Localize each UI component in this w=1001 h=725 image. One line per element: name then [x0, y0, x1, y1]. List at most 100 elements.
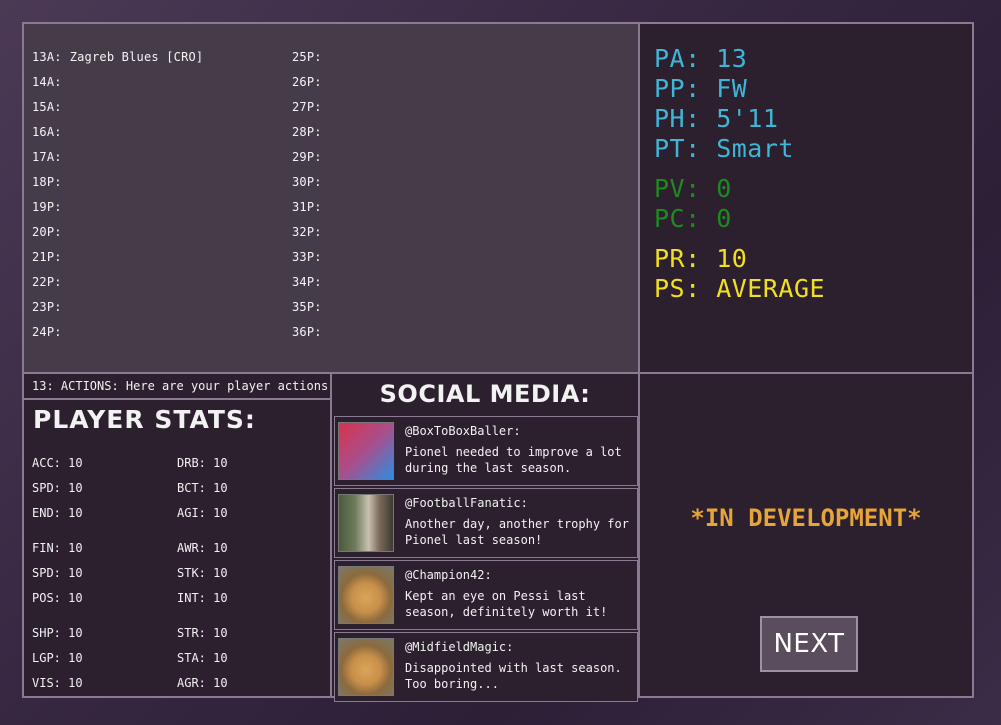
history-row: 18P: [32, 175, 70, 189]
history-row: 14A: [32, 75, 70, 89]
history-row: 35P: [292, 300, 330, 314]
player-age: PA: 13 [654, 44, 748, 73]
social-media-panel: SOCIAL MEDIA: @BoxToBoxBaller: Pionel nee… [330, 372, 640, 702]
post-handle: @MidfieldMagic: [405, 640, 514, 654]
history-row-label: 22P: [32, 275, 62, 289]
history-row: 28P: [292, 125, 330, 139]
history-row-label: 35P: [292, 300, 322, 314]
stat-item: AWR: 10 [177, 541, 228, 555]
stat-item: VIS: 10 [32, 676, 83, 690]
history-row-label: 34P: [292, 275, 322, 289]
player-value: PV: 0 [654, 174, 732, 203]
player-status: PS: AVERAGE [654, 274, 826, 303]
social-post: @MidfieldMagic: Disappointed with last se… [334, 632, 638, 702]
post-message: Kept an eye on Pessi last season, defini… [405, 589, 608, 619]
history-row-label: 28P: [292, 125, 322, 139]
actions-bar: 13: ACTIONS: Here are your player action… [22, 372, 336, 400]
next-button[interactable]: NEXT [760, 616, 858, 672]
post-handle: @Champion42: [405, 568, 492, 582]
history-row: 17A: [32, 150, 70, 164]
stat-item: STR: 10 [177, 626, 228, 640]
history-row-label: 25P: [292, 50, 322, 64]
career-history-panel: 13A: Zagreb Blues [CRO] 14A: 15A: 16A: 17A: 18… [22, 22, 640, 374]
photo-avatar [338, 494, 394, 552]
history-row-club: Zagreb Blues [CRO] [69, 50, 204, 64]
history-row: 33P: [292, 250, 330, 264]
history-row-label: 31P: [292, 200, 322, 214]
history-row-label: 15A: [32, 100, 62, 114]
history-row-label: 21P: [32, 250, 62, 264]
post-message: Another day, another trophy for Pionel l… [405, 517, 629, 547]
post-handle: @FootballFanatic: [405, 496, 528, 510]
history-row-label: 24P: [32, 325, 62, 339]
actions-text: 13: ACTIONS: Here are your player action… [32, 379, 336, 393]
history-row: 23P: [32, 300, 70, 314]
history-row-label: 23P: [32, 300, 62, 314]
history-row: 21P: [32, 250, 70, 264]
history-row: 24P: [32, 325, 70, 339]
stat-item: INT: 10 [177, 591, 228, 605]
post-handle: @BoxToBoxBaller: [405, 424, 521, 438]
stat-item: AGR: 10 [177, 676, 228, 690]
history-row: 26P: [292, 75, 330, 89]
history-row: 22P: [32, 275, 70, 289]
history-row: 27P: [292, 100, 330, 114]
social-media-title: SOCIAL MEDIA: [379, 380, 591, 408]
stat-item: STK: 10 [177, 566, 228, 580]
history-row: 19P: [32, 200, 70, 214]
history-row-label: 18P: [32, 175, 62, 189]
stat-item: SPD: 10 [32, 481, 83, 495]
player-stats-panel: PLAYER STATS: ACC: 10 SPD: 10 END: 10 DRB: … [22, 398, 332, 698]
stat-item: FIN: 10 [32, 541, 83, 555]
stat-item: STA: 10 [177, 651, 228, 665]
history-row: 32P: [292, 225, 330, 239]
stat-item: SHP: 10 [32, 626, 83, 640]
history-row-label: 29P: [292, 150, 322, 164]
history-row-label: 19P: [32, 200, 62, 214]
dog-avatar [338, 566, 394, 624]
history-row: 36P: [292, 325, 330, 339]
history-row-label: 27P: [292, 100, 322, 114]
player-stats-title: PLAYER STATS: [33, 405, 256, 434]
development-panel: *IN DEVELOPMENT* NEXT [638, 372, 974, 698]
history-row: 15A: [32, 100, 70, 114]
history-row: 30P: [292, 175, 330, 189]
stat-item: END: 10 [32, 506, 83, 520]
stat-item: AGI: 10 [177, 506, 228, 520]
social-post: @Champion42: Kept an eye on Pessi last se… [334, 560, 638, 630]
history-row-label: 16A: [32, 125, 62, 139]
dog-avatar [338, 638, 394, 696]
history-row: 31P: [292, 200, 330, 214]
history-row: 16A: [32, 125, 70, 139]
history-row-label: 36P: [292, 325, 322, 339]
player-rating: PR: 10 [654, 244, 748, 273]
in-development-label: *IN DEVELOPMENT* [690, 504, 922, 532]
history-row-label: 26P: [292, 75, 322, 89]
history-row-label: 33P: [292, 250, 322, 264]
history-row: 29P: [292, 150, 330, 164]
history-row: 20P: [32, 225, 70, 239]
post-message: Pionel needed to improve a lot during th… [405, 445, 622, 475]
stat-item: BCT: 10 [177, 481, 228, 495]
player-trait: PT: Smart [654, 134, 794, 163]
stat-item: DRB: 10 [177, 456, 228, 470]
history-row-label: 30P: [292, 175, 322, 189]
history-row: 34P: [292, 275, 330, 289]
player-profile-panel: PA: 13 PP: FW PH: 5'11 PT: Smart PV: 0 P… [638, 22, 974, 374]
stat-item: LGP: 10 [32, 651, 83, 665]
stat-item: ACC: 10 [32, 456, 83, 470]
stat-item: POS: 10 [32, 591, 83, 605]
player-height: PH: 5'11 [654, 104, 779, 133]
history-row-label: 20P: [32, 225, 62, 239]
history-row-label: 13A: [32, 50, 62, 64]
social-post: @BoxToBoxBaller: Pionel needed to improve… [334, 416, 638, 486]
history-row-label: 32P: [292, 225, 322, 239]
history-row-label: 14A: [32, 75, 62, 89]
player-position: PP: FW [654, 74, 748, 103]
history-row-label: 17A: [32, 150, 62, 164]
stat-item: SPD: 10 [32, 566, 83, 580]
history-row: 13A: Zagreb Blues [CRO] [32, 50, 203, 64]
post-message: Disappointed with last season. Too borin… [405, 661, 622, 691]
history-row: 25P: [292, 50, 330, 64]
player-contract: PC: 0 [654, 204, 732, 233]
